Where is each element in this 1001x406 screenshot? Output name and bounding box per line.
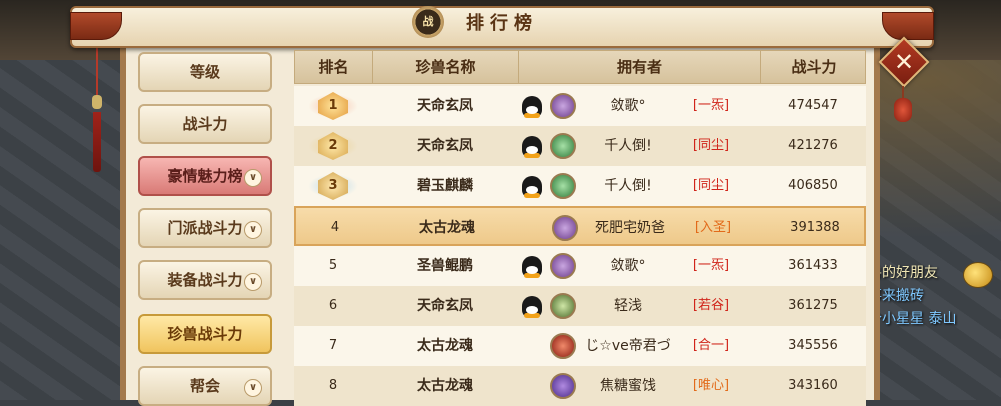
page-title: 排行榜 xyxy=(466,13,538,34)
guild-tag: [合一] xyxy=(692,338,730,353)
category-sidebar: 等级 战斗力 豪情魅力榜 ∨ 门派战斗力 ∨ 装备战斗力 ∨ 珍兽战斗力 帮会 ∨ xyxy=(138,52,274,406)
rank-cell: 8 xyxy=(328,378,338,393)
table-row[interactable]: 3 碧玉麒麟 千人倒! [同尘] 406850 xyxy=(294,166,866,206)
pet-avatar-icon xyxy=(550,93,576,119)
pet-avatar-icon xyxy=(550,253,576,279)
pet-avatar-icon xyxy=(550,373,576,399)
guild-tag: [同尘] xyxy=(692,138,730,153)
power-cell: 361275 xyxy=(788,298,838,313)
close-icon[interactable]: ✕ xyxy=(886,44,922,80)
pet-name-cell: 圣兽鲲鹏 xyxy=(417,258,473,274)
chevron-down-icon: ∨ xyxy=(244,221,262,239)
chevron-down-icon: ∨ xyxy=(244,273,262,291)
pet-name-cell: 太古龙魂 xyxy=(419,220,475,236)
power-cell: 421276 xyxy=(788,138,838,153)
table-row[interactable]: 2 天命玄凤 千人倒! [同尘] 421276 xyxy=(294,126,866,166)
chevron-down-icon: ∨ xyxy=(244,169,262,187)
owner-name-cell: 敛歌° xyxy=(610,98,646,114)
chat-overlay: 兽的好朋友 事来搬砖 个小星星 泰山 xyxy=(868,262,1001,332)
power-cell: 361433 xyxy=(788,258,838,273)
title-wing-right xyxy=(882,12,934,40)
sidebar-item-label: 豪情魅力榜 xyxy=(167,167,243,185)
pet-name-cell: 太古龙魂 xyxy=(417,338,473,354)
pet-name-cell: 天命玄凤 xyxy=(417,98,473,114)
table-row[interactable]: 4 太古龙魂 死肥宅奶爸 [入圣] 391388 xyxy=(294,206,866,246)
guild-tag: [入圣] xyxy=(694,220,732,235)
pet-name-cell: 太古龙魂 xyxy=(417,378,473,394)
qq-penguin-icon xyxy=(522,256,542,278)
owner-name-cell: 焦糖蜜饯 xyxy=(600,378,656,394)
sidebar-item-label: 帮会 xyxy=(189,377,220,395)
chat-avatar-icon xyxy=(963,262,993,288)
lantern-decoration xyxy=(894,86,912,126)
pet-avatar-icon xyxy=(550,333,576,359)
owner-name-cell: じ☆ve帝君づ xyxy=(585,338,671,354)
table-row[interactable]: 5 圣兽鲲鹏 敛歌° [一炁] 361433 xyxy=(294,246,866,286)
rank-cell: 5 xyxy=(328,258,338,273)
power-cell: 406850 xyxy=(788,178,838,193)
column-header-power[interactable]: 战斗力 xyxy=(761,51,867,83)
sidebar-item-label: 门派战斗力 xyxy=(167,219,243,237)
guild-tag: [若谷] xyxy=(692,298,730,313)
sidebar-item-equipment-power[interactable]: 装备战斗力 ∨ xyxy=(138,260,272,300)
rank-cell: 4 xyxy=(330,220,340,235)
power-cell: 345556 xyxy=(788,338,838,353)
qq-penguin-icon xyxy=(522,96,542,118)
power-cell: 343160 xyxy=(788,378,838,393)
guild-tag: [一炁] xyxy=(692,258,730,273)
guild-tag: [同尘] xyxy=(692,178,730,193)
guild-tag: [唯心] xyxy=(692,378,730,393)
table-header: 排名 珍兽名称 拥有者 战斗力 xyxy=(294,50,866,84)
pet-name-cell: 天命玄凤 xyxy=(417,138,473,154)
sidebar-item-label: 战斗力 xyxy=(182,115,228,133)
qq-penguin-icon xyxy=(522,296,542,318)
rank-cell: 6 xyxy=(328,298,338,313)
owner-name-cell: 死肥宅奶爸 xyxy=(595,220,665,236)
chat-line: 事来搬砖 xyxy=(868,288,924,304)
table-row[interactable]: 7 太古龙魂 じ☆ve帝君づ [合一] 345556 xyxy=(294,326,866,366)
chat-line: 个小星星 泰山 xyxy=(868,308,1001,331)
sidebar-item-label: 珍兽战斗力 xyxy=(167,325,243,343)
pet-avatar-icon xyxy=(550,173,576,199)
sidebar-item-combat-power[interactable]: 战斗力 xyxy=(138,104,272,144)
sidebar-item-pet-power[interactable]: 珍兽战斗力 xyxy=(138,314,272,354)
sidebar-item-sect-power[interactable]: 门派战斗力 ∨ xyxy=(138,208,272,248)
table-row[interactable]: 6 天命玄凤 轻浅 [若谷] 361275 xyxy=(294,286,866,326)
column-header-owner[interactable]: 拥有者 xyxy=(519,51,761,83)
column-header-rank[interactable]: 排名 xyxy=(295,51,373,83)
power-cell: 474547 xyxy=(788,98,838,113)
qq-penguin-icon xyxy=(522,136,542,158)
table-row[interactable]: 8 太古龙魂 焦糖蜜饯 [唯心] 343160 xyxy=(294,366,866,406)
pet-name-cell: 碧玉麒麟 xyxy=(417,178,473,194)
qq-penguin-icon xyxy=(522,176,542,198)
pet-name-cell: 天命玄凤 xyxy=(417,298,473,314)
table-row[interactable]: 1 天命玄凤 敛歌° [一炁] 474547 xyxy=(294,86,866,126)
rank-cell: 7 xyxy=(328,338,338,353)
sidebar-item-guild[interactable]: 帮会 ∨ xyxy=(138,366,272,406)
title-wing-left xyxy=(70,12,122,40)
guild-tag: [一炁] xyxy=(692,98,730,113)
tassel-decoration xyxy=(92,40,102,172)
pet-avatar-icon xyxy=(550,293,576,319)
column-header-pet-name[interactable]: 珍兽名称 xyxy=(373,51,519,83)
sidebar-item-label: 装备战斗力 xyxy=(167,271,243,289)
pet-avatar-icon xyxy=(552,215,578,241)
owner-name-cell: 千人倒! xyxy=(604,138,652,154)
sidebar-item-label: 等级 xyxy=(189,63,220,81)
sidebar-item-charm-ranking[interactable]: 豪情魅力榜 ∨ xyxy=(138,156,272,196)
owner-name-cell: 轻浅 xyxy=(614,298,642,314)
owner-name-cell: 千人倒! xyxy=(604,178,652,194)
sidebar-item-level[interactable]: 等级 xyxy=(138,52,272,92)
owner-name-cell: 敛歌° xyxy=(610,258,646,274)
chat-line-extra: 泰山 xyxy=(928,311,957,327)
title-emblem-icon: 战 xyxy=(412,6,444,38)
chevron-down-icon: ∨ xyxy=(244,379,262,397)
pet-avatar-icon xyxy=(550,133,576,159)
power-cell: 391388 xyxy=(790,220,840,235)
ranking-table: 排名 珍兽名称 拥有者 战斗力 1 天命玄凤 敛歌° [一炁] 474547 2 天命玄凤千… xyxy=(294,50,866,406)
